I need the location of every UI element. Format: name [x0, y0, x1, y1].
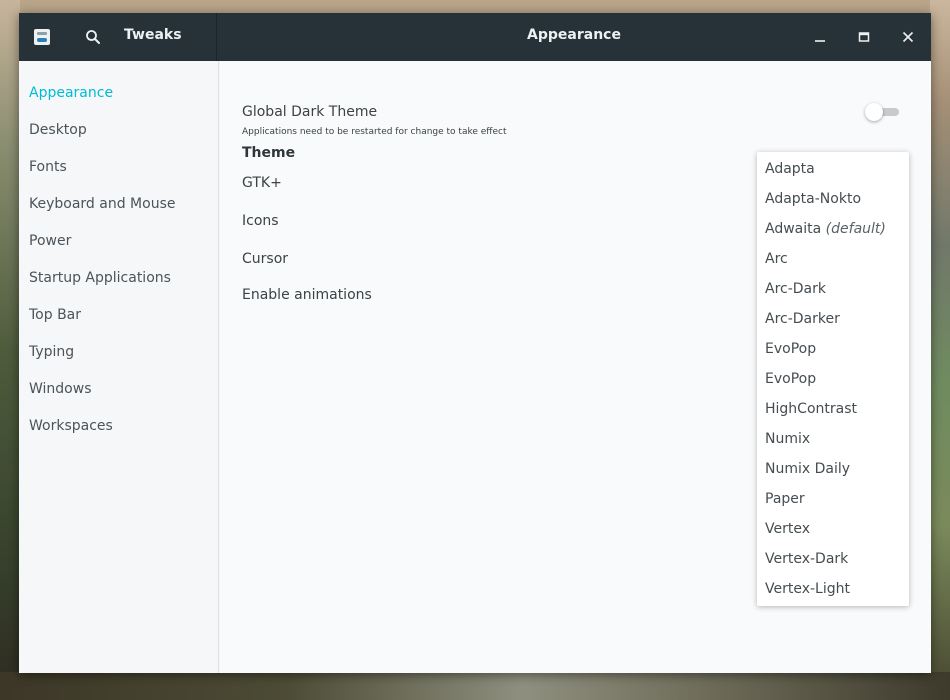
sidebar-item-fonts[interactable]: Fonts — [29, 158, 67, 178]
sidebar-item-desktop[interactable]: Desktop — [29, 121, 87, 141]
global-dark-theme-switch[interactable] — [865, 103, 899, 121]
theme-option-numix[interactable]: Numix — [765, 430, 810, 448]
close-icon — [902, 31, 914, 43]
theme-option-highcontrast[interactable]: HighContrast — [765, 400, 857, 418]
theme-option-adapta-nokto[interactable]: Adapta-Nokto — [765, 190, 861, 208]
app-title: Tweaks — [124, 27, 182, 43]
icons-theme-label: Icons — [242, 213, 279, 229]
theme-option-arc-dark[interactable]: Arc-Dark — [765, 280, 826, 298]
theme-option-vertex-dark[interactable]: Vertex-Dark — [765, 550, 848, 568]
minimize-button[interactable] — [808, 25, 832, 49]
cursor-theme-label: Cursor — [242, 251, 289, 267]
theme-option-paper[interactable]: Paper — [765, 490, 805, 508]
theme-option-label: Adwaita — [765, 221, 822, 237]
theme-option-vertex[interactable]: Vertex — [765, 520, 810, 538]
sidebar-item-power[interactable]: Power — [29, 232, 71, 252]
theme-option-numix-daily[interactable]: Numix Daily — [765, 460, 850, 478]
theme-option-arc[interactable]: Arc — [765, 250, 788, 268]
enable-animations-label: Enable animations — [242, 287, 372, 303]
desktop-wallpaper-right — [930, 0, 950, 700]
sidebar-item-startup-applications[interactable]: Startup Applications — [29, 269, 171, 289]
theme-option-evopop[interactable]: EvoPop — [765, 340, 816, 358]
search-button[interactable] — [81, 25, 105, 49]
desktop-wallpaper-bottom — [0, 672, 950, 700]
switch-knob — [865, 103, 883, 121]
sidebar-item-typing[interactable]: Typing — [29, 343, 74, 363]
sidebar-item-workspaces[interactable]: Workspaces — [29, 417, 113, 437]
desktop-wallpaper-left — [0, 0, 20, 700]
close-button[interactable] — [896, 25, 920, 49]
sidebar-item-keyboard-and-mouse[interactable]: Keyboard and Mouse — [29, 195, 175, 215]
sidebar-item-top-bar[interactable]: Top Bar — [29, 306, 81, 326]
tweaks-app-icon — [34, 29, 50, 45]
gtk-theme-popover: Adapta Adapta-Nokto Adwaita (default) Ar… — [757, 152, 909, 606]
maximize-icon — [858, 32, 870, 42]
global-dark-theme-note: Applications need to be restarted for ch… — [242, 127, 507, 137]
minimize-icon — [815, 40, 825, 42]
theme-option-adapta[interactable]: Adapta — [765, 160, 815, 178]
global-dark-theme-label: Global Dark Theme — [242, 104, 378, 120]
theme-option-evopop-2[interactable]: EvoPop — [765, 370, 816, 388]
header-bar-left: Tweaks — [19, 13, 217, 61]
default-suffix: (default) — [825, 221, 886, 237]
header-bar: Tweaks Appearance — [19, 13, 931, 61]
theme-option-adwaita[interactable]: Adwaita (default) — [765, 220, 886, 238]
theme-option-vertex-light[interactable]: Vertex-Light — [765, 580, 850, 598]
sidebar: Appearance Desktop Fonts Keyboard and Mo… — [19, 61, 219, 673]
sidebar-item-appearance[interactable]: Appearance — [29, 84, 113, 104]
maximize-button[interactable] — [852, 25, 876, 49]
search-icon — [86, 30, 100, 44]
gtk-theme-label: GTK+ — [242, 175, 282, 191]
sidebar-item-windows[interactable]: Windows — [29, 380, 92, 400]
theme-option-arc-darker[interactable]: Arc-Darker — [765, 310, 840, 328]
theme-heading: Theme — [242, 145, 296, 161]
